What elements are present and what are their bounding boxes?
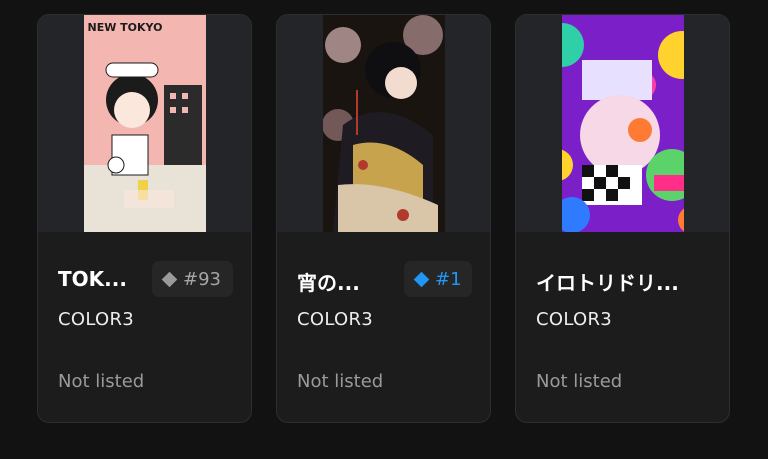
listing-status: Not listed: [58, 371, 145, 392]
nft-card[interactable]: NEW TOKYO TOK... #93 COLOR3 Not listed: [37, 14, 252, 423]
nft-image-frame: NEW TOKYO: [38, 15, 251, 232]
diamond-icon: [161, 271, 178, 287]
collection-name[interactable]: COLOR3: [297, 309, 373, 330]
rank-badge: #93: [152, 261, 233, 297]
diamond-icon: [413, 271, 430, 287]
collection-name[interactable]: COLOR3: [536, 309, 612, 330]
rank-value: #1: [435, 268, 462, 290]
nft-image-frame: [516, 15, 729, 232]
listing-status: Not listed: [297, 371, 384, 392]
art-caption-text: NEW TOKYO: [87, 21, 163, 34]
nft-card[interactable]: 宵の... #1 COLOR3 Not listed: [276, 14, 491, 423]
nft-artwork-image[interactable]: [322, 15, 445, 232]
nft-artwork-image[interactable]: [561, 15, 684, 232]
rank-badge: #1: [404, 261, 472, 297]
nft-artwork-image[interactable]: NEW TOKYO: [83, 15, 206, 232]
collection-name[interactable]: COLOR3: [58, 309, 134, 330]
listing-status: Not listed: [536, 371, 623, 392]
nft-title[interactable]: 宵の...: [297, 267, 360, 296]
nft-card[interactable]: イロトリドリ... COLOR3 Not listed: [515, 14, 730, 423]
rank-value: #93: [183, 268, 221, 290]
nft-title[interactable]: TOK...: [58, 267, 127, 291]
nft-title[interactable]: イロトリドリ...: [536, 267, 679, 296]
nft-image-frame: [277, 15, 490, 232]
